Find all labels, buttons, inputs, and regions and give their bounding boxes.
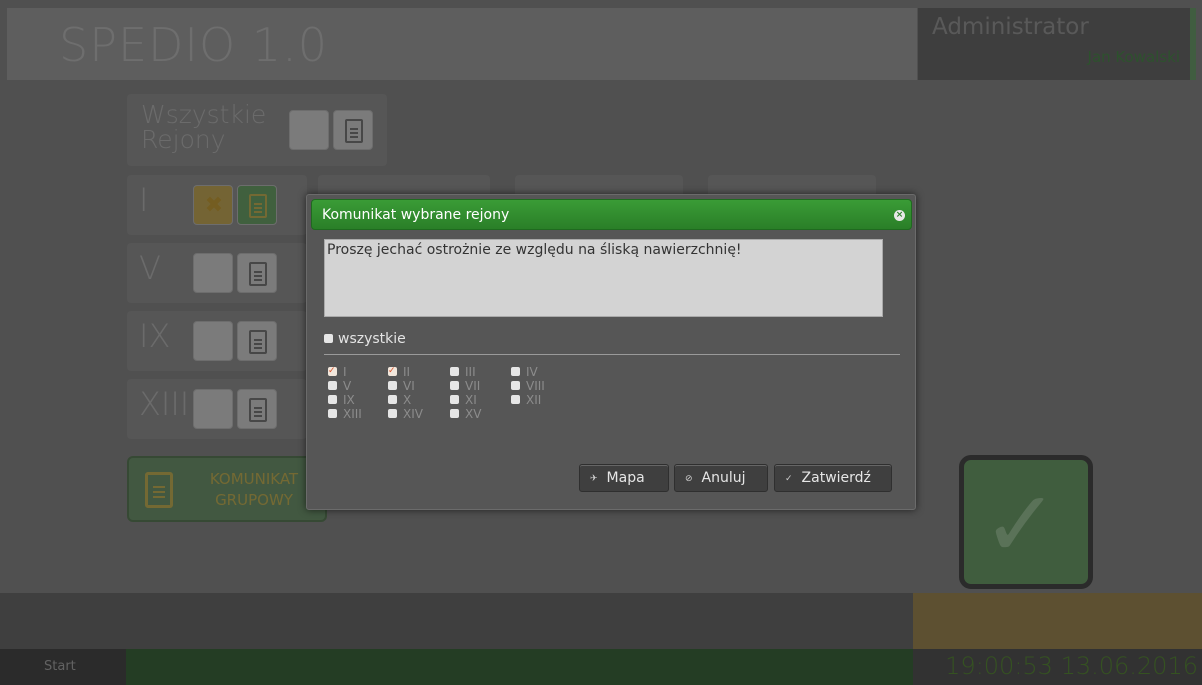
dialog-title: Komunikat wybrane rejony <box>322 207 510 223</box>
checkbox-icon <box>511 395 520 404</box>
region-checkbox-label: IV <box>526 365 538 379</box>
region-checkbox-label: V <box>343 379 352 393</box>
checkbox-icon <box>511 381 520 390</box>
cancel-button[interactable]: ⊘ Anuluj <box>674 464 768 492</box>
map-button-label: Mapa <box>606 470 645 486</box>
close-icon[interactable]: × <box>894 210 905 221</box>
region-checkbox-label: VIII <box>526 379 545 393</box>
region-checkbox[interactable]: IV <box>511 365 538 379</box>
region-checkbox[interactable]: I <box>328 364 347 379</box>
region-checkbox[interactable]: VIII <box>511 379 545 393</box>
region-checkbox[interactable]: IX <box>328 393 355 407</box>
region-checkbox-label: III <box>465 365 476 379</box>
select-all-checkbox[interactable]: wszystkie <box>324 331 406 347</box>
checkbox-icon <box>388 395 397 404</box>
checkbox-icon <box>328 395 337 404</box>
region-checkbox-label: VI <box>403 379 415 393</box>
checkbox-icon <box>328 364 337 378</box>
map-icon: ✈ <box>590 474 598 484</box>
region-checkbox[interactable]: XII <box>511 393 541 407</box>
map-button[interactable]: ✈ Mapa <box>579 464 669 492</box>
region-checkbox-label: XI <box>465 393 477 407</box>
region-checkbox-label: XII <box>526 393 542 407</box>
region-checkbox[interactable]: XV <box>450 407 481 421</box>
region-checkbox-label: IX <box>343 393 355 407</box>
cancel-icon: ⊘ <box>685 474 693 484</box>
region-checkbox-label: XIV <box>403 407 423 421</box>
dialog-header[interactable]: Komunikat wybrane rejony × <box>311 199 912 230</box>
checkbox-icon <box>450 367 459 376</box>
region-checkbox[interactable]: XI <box>450 393 477 407</box>
select-all-label: wszystkie <box>338 331 406 347</box>
region-checkbox-label: VII <box>465 379 481 393</box>
checkbox-icon <box>450 381 459 390</box>
checkbox-icon <box>328 409 337 418</box>
checkbox-icon <box>324 333 333 343</box>
checkbox-icon <box>388 409 397 418</box>
check-icon: ✓ <box>785 474 793 484</box>
region-checkbox[interactable]: VII <box>450 379 480 393</box>
region-checkbox[interactable]: VI <box>388 379 415 393</box>
cancel-button-label: Anuluj <box>701 470 746 486</box>
region-checkbox[interactable]: XIV <box>388 407 423 421</box>
region-checkbox-label: XIII <box>343 407 362 421</box>
divider <box>324 354 900 355</box>
checkbox-icon <box>388 381 397 390</box>
checkbox-icon <box>450 395 459 404</box>
confirm-button-label: Zatwierdź <box>801 470 871 486</box>
region-checkbox-label: I <box>343 365 347 379</box>
checkbox-icon <box>511 367 520 376</box>
checkbox-icon <box>328 381 337 390</box>
region-checkbox[interactable]: II <box>388 364 411 379</box>
region-checkbox[interactable]: XIII <box>328 407 362 421</box>
confirm-button[interactable]: ✓ Zatwierdź <box>774 464 892 492</box>
region-checkbox-label: XV <box>465 407 482 421</box>
checkbox-icon <box>388 364 397 378</box>
message-dialog: Komunikat wybrane rejony × Proszę jechać… <box>306 194 916 510</box>
region-checkbox-label: II <box>403 365 411 379</box>
region-checkbox[interactable]: X <box>388 393 411 407</box>
checkbox-icon <box>450 409 459 418</box>
region-checkbox[interactable]: V <box>328 379 351 393</box>
region-checkbox-label: X <box>403 393 412 407</box>
message-textarea[interactable]: Proszę jechać ostrożnie ze względu na śl… <box>324 239 883 317</box>
region-checkbox[interactable]: III <box>450 365 476 379</box>
region-checkbox-grid: IIIIIIIVVVIVIIVIIIIXXXIXIIXIIIXIVXV <box>328 364 588 435</box>
